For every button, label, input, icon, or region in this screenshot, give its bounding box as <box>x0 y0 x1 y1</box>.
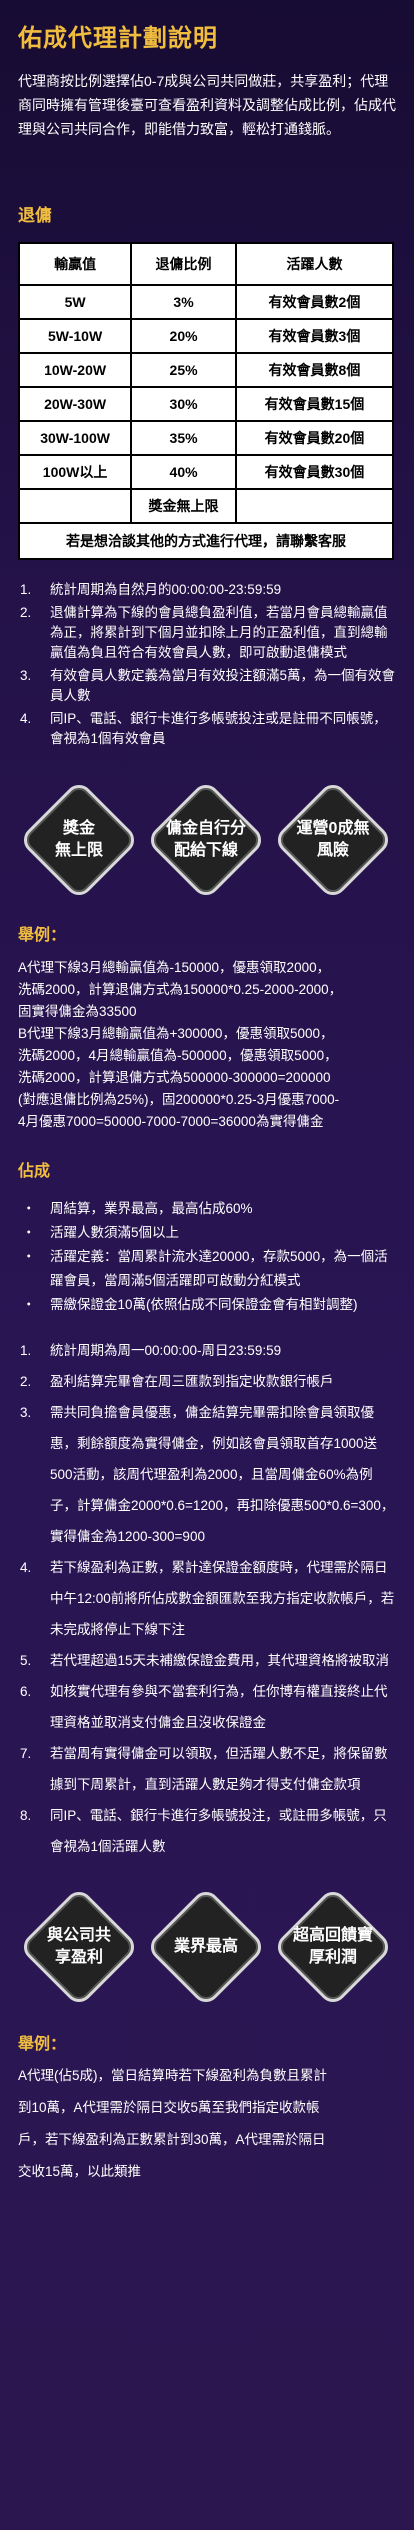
col-header-active: 活躍人數 <box>234 242 395 286</box>
feature-high-return: 超高回饋寶 厚利潤 <box>292 1927 373 1966</box>
list-item: 2. 退傭計算為下線的會員總負盈利值，若當月會員總輸贏值為正，將累計到下個月並扣除… <box>20 605 388 660</box>
col-header-ratio: 退傭比例 <box>130 242 237 286</box>
intro-text: 代理商按比例選擇佔0-7成與公司共同做莊，共享盈利；代理商同時擁有管理後臺可查看… <box>18 73 396 137</box>
list-item: ・活躍定義：當周累計流水達20000，存款5000，為一個活躍會員，當周滿5個活… <box>22 1249 388 1288</box>
list-item: 6. 如核實代理有參與不當套利行為，任你博有權直接終止代理資格並取消支付傭金且沒收… <box>20 1684 388 1730</box>
table-cell: 有效會員數20個 <box>234 420 395 456</box>
table-cell: 有效會員數2個 <box>234 284 395 320</box>
table-cell: 3% <box>130 284 237 320</box>
share-notes: 1. 統計周期為周一00:00:00-周日23:59:59 2. 盈利結算完畢會在周… <box>18 1335 396 1862</box>
table-cell: 100W以上 <box>17 454 133 490</box>
share-features: 與公司共 享盈利 業界最高 超高回饋寶 厚利潤 <box>18 1882 396 2012</box>
table-cell: 5W <box>17 284 133 320</box>
table-cell: 20W-30W <box>17 386 133 422</box>
table-footer-row: 若是想洽談其他的方式進行代理，請聯繫客服 <box>18 522 394 560</box>
table-cell: 30W-100W <box>17 420 133 456</box>
table-row: 獎金無上限 <box>17 488 395 524</box>
table-cell: 40% <box>130 454 237 490</box>
feature-bonus: 獎金 無上限 <box>54 820 103 859</box>
feature-commission: 傭金自行分 配給下線 <box>165 820 246 859</box>
table-cell: 25% <box>130 352 237 388</box>
list-item: 1. 統計周期為自然月的00:00:00-23:59:59 <box>20 582 282 597</box>
rebate-heading: 退傭 <box>18 206 52 225</box>
feature-industry-best: 業界最高 <box>173 1938 238 1955</box>
table-cell-empty <box>234 488 395 524</box>
share-heading: 佔成 <box>18 1163 51 1180</box>
rebate-features: 獎金 無上限 傭金自行分 配給下線 運營0成無 風險 <box>18 775 396 905</box>
list-item: 1. 統計周期為周一00:00:00-周日23:59:59 <box>20 1343 282 1358</box>
table-cell: 35% <box>130 420 237 456</box>
col-header-value: 輸贏值 <box>17 242 133 286</box>
list-item: 2. 盈利結算完畢會在周三匯款到指定收款銀行帳戶 <box>20 1374 334 1389</box>
table-row: 5W 3% 有效會員數2個 <box>17 284 395 320</box>
rebate-notes: 1. 統計周期為自然月的00:00:00-23:59:59 2. 退傭計算為下線的會… <box>18 580 396 749</box>
list-item: 4. 若下線盈利為正數，累計達保證金額度時，代理需於隔日中午12:00前將所佔成數… <box>20 1560 395 1637</box>
share-bullets: ・周結算，業界最高，最高佔成60% ・活躍人數須滿5個以上 ・活躍定義：當周累計… <box>18 1197 396 1317</box>
table-row: 5W-10W 20% 有效會員數3個 <box>17 318 395 354</box>
table-cell: 有效會員數8個 <box>234 352 395 388</box>
list-item: 3. 有效會員人數定義為當月有效投注額滿5萬，為一個有效會員人數 <box>20 668 396 703</box>
rebate-example: A代理下線3月總輸贏值為-150000，優惠領取2000， 洗碼2000，計算退… <box>18 960 343 1129</box>
list-item: ・需繳保證金10萬(依照佔成不同保證金會有相對調整) <box>22 1297 358 1312</box>
table-row: 100W以上 40% 有效會員數30個 <box>17 454 395 490</box>
list-item: 7. 若當周有實得傭金可以領取，但活躍人數不足，將保留數據到下周累計，直到活躍人數… <box>20 1746 388 1792</box>
list-item: 5. 若代理超過15天未補繳保證金費用，其代理資格將被取消 <box>20 1653 390 1668</box>
table-header-row: 輸贏值 退傭比例 活躍人數 <box>17 242 395 286</box>
rebate-table: 輸贏值 退傭比例 活躍人數 5W 3% 有效會員數2個 5W-10W 20% 有… <box>17 242 395 560</box>
table-cell: 10W-20W <box>17 352 133 388</box>
table-row: 20W-30W 30% 有效會員數15個 <box>17 386 395 422</box>
rebate-example-heading: 舉例： <box>18 927 67 944</box>
list-item: 4. 同IP、電話、銀行卡進行多帳號投注或是註冊不同帳號，會視為1個有效會員 <box>20 711 387 746</box>
share-example: A代理(佔5成)，當日結算時若下線盈利為負數且累計 到10萬，A代理需於隔日交收… <box>18 2068 328 2179</box>
list-item: 3. 需共同負擔會員優惠，傭金結算完畢需扣除會員領取優惠，剩餘額度為實得傭金，例如… <box>20 1405 395 1544</box>
table-cell: 有效會員數15個 <box>234 386 395 422</box>
table-cell: 5W-10W <box>17 318 133 354</box>
list-item: ・周結算，業界最高，最高佔成60% <box>22 1201 253 1216</box>
list-item: 8. 同IP、電話、銀行卡進行多帳號投注，或註冊多帳號，只會視為1個活躍人數 <box>20 1808 387 1854</box>
table-cell-empty <box>17 488 132 524</box>
feature-share-profit: 與公司共 享盈利 <box>46 1927 111 1966</box>
table-row: 30W-100W 35% 有效會員數20個 <box>17 420 395 456</box>
table-cell: 20% <box>130 318 237 354</box>
table-cell: 30% <box>130 386 237 422</box>
bonus-cell: 獎金無上限 <box>130 488 237 524</box>
share-example-heading: 舉例： <box>18 2036 67 2053</box>
page-title: 佑成代理計劃說明 <box>18 25 218 52</box>
contact-service-note: 若是想洽談其他的方式進行代理，請聯繫客服 <box>18 522 394 560</box>
list-item: ・活躍人數須滿5個以上 <box>22 1225 180 1240</box>
table-row: 10W-20W 25% 有效會員數8個 <box>17 352 395 388</box>
feature-no-risk: 運營0成無 風險 <box>296 820 370 859</box>
table-cell: 有效會員數3個 <box>234 318 395 354</box>
table-cell: 有效會員數30個 <box>234 454 395 490</box>
